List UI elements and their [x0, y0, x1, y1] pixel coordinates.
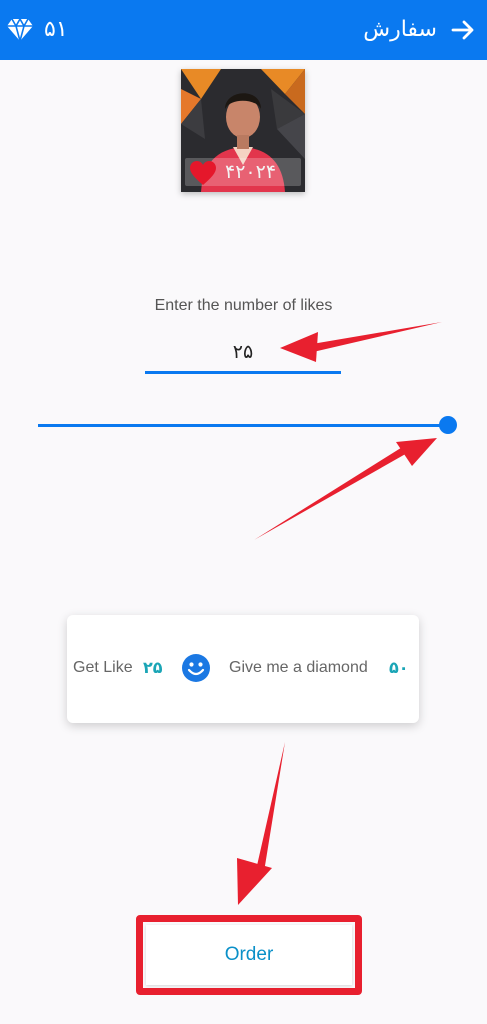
- likes-slider[interactable]: [38, 424, 448, 427]
- slider-thumb[interactable]: [439, 416, 457, 434]
- likes-input-label: Enter the number of likes: [154, 297, 333, 314]
- arrow-right-icon[interactable]: [449, 16, 477, 44]
- smile-icon: [182, 654, 210, 682]
- exchange-card: Get Like ۲۵ Give me a diamond ۵۰: [67, 615, 419, 723]
- give-diamond-label: Give me a diamond: [229, 659, 368, 676]
- post-thumbnail: ۴۲۰۲۴: [181, 69, 305, 192]
- order-screen: ۵۱ سفارش ۴۲۰۲۴ Enter the number of likes…: [0, 0, 487, 1024]
- diamond-icon: [7, 18, 33, 42]
- give-diamond-value: ۵۰: [389, 658, 409, 677]
- get-like-label: Get Like: [73, 659, 133, 676]
- likes-chip: ۴۲۰۲۴: [185, 158, 301, 186]
- page-title: سفارش: [363, 17, 437, 42]
- get-like-value: ۲۵: [143, 658, 163, 677]
- order-button[interactable]: Order: [146, 925, 352, 985]
- app-bar: ۵۱ سفارش: [0, 0, 487, 60]
- annotation-arrow-order: [237, 742, 285, 905]
- heart-icon: [190, 161, 216, 185]
- likes-input[interactable]: [145, 333, 341, 374]
- likes-count: ۴۲۰۲۴: [225, 161, 277, 183]
- diamond-count: ۵۱: [44, 17, 68, 42]
- annotation-arrow-slider: [254, 438, 437, 540]
